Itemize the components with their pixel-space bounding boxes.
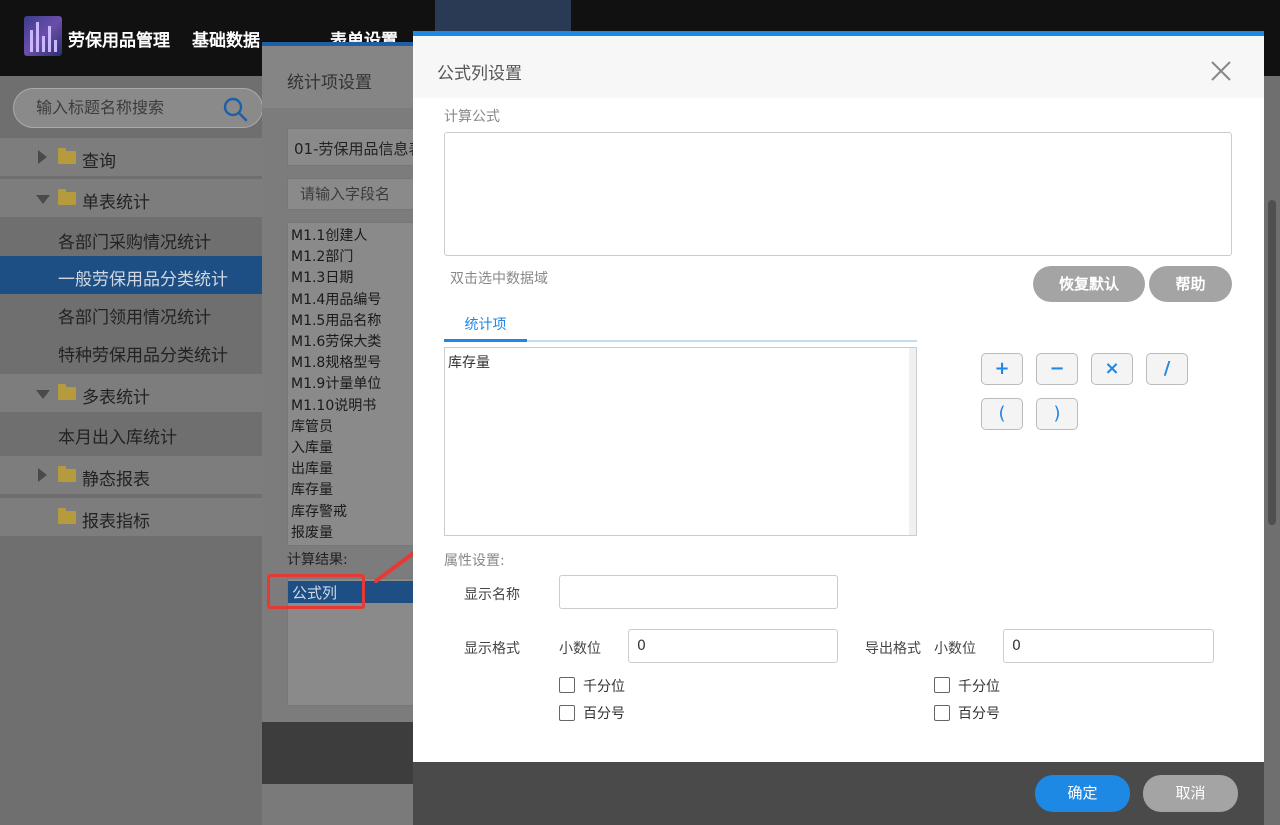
export-decimal-label: 小数位 bbox=[934, 641, 976, 657]
field-item[interactable]: M1.4用品编号 bbox=[291, 290, 410, 311]
minus-operator-button[interactable]: − bbox=[1036, 353, 1078, 385]
display-format-label: 显示格式 bbox=[464, 641, 520, 657]
search-icon[interactable] bbox=[222, 96, 248, 122]
tree-label: 各部门领用情况统计 bbox=[58, 308, 211, 328]
display-percent-checkbox[interactable] bbox=[559, 705, 575, 721]
help-button[interactable]: 帮助 bbox=[1149, 266, 1232, 302]
field-item[interactable]: M1.1创建人 bbox=[291, 226, 410, 247]
field-item[interactable]: 入库量 bbox=[291, 438, 410, 459]
tab-active-indicator bbox=[444, 339, 527, 342]
confirm-button[interactable]: 确定 bbox=[1035, 775, 1130, 812]
props-section-label: 属性设置: bbox=[444, 553, 505, 569]
app-logo bbox=[24, 16, 62, 56]
stat-list-scrollbar[interactable] bbox=[909, 348, 916, 535]
export-percent-checkbox[interactable] bbox=[934, 705, 950, 721]
caret-down-icon bbox=[36, 195, 50, 204]
display-name-label: 显示名称 bbox=[464, 587, 520, 603]
plus-operator-button[interactable]: + bbox=[981, 353, 1023, 385]
export-percent-label: 百分号 bbox=[958, 706, 1000, 722]
field-item[interactable]: 库存量 bbox=[291, 480, 410, 501]
tree-label: 报表指标 bbox=[82, 512, 150, 532]
tree-item[interactable]: 各部门采购情况统计 bbox=[0, 219, 262, 257]
tree-label: 静态报表 bbox=[82, 470, 150, 490]
caret-down-icon bbox=[36, 390, 50, 399]
table-select[interactable]: 01-劳保用品信息表 bbox=[287, 128, 414, 166]
formula-dialog-title: 公式列设置 bbox=[437, 64, 522, 84]
field-item[interactable]: 库存警戒 bbox=[291, 502, 410, 523]
tree-item[interactable]: 本月出入库统计 bbox=[0, 414, 262, 452]
folder-icon bbox=[58, 384, 76, 400]
left-paren-button[interactable]: ( bbox=[981, 398, 1023, 430]
field-item[interactable]: M1.9计量单位 bbox=[291, 374, 410, 395]
field-item[interactable]: 库管员 bbox=[291, 417, 410, 438]
tree-label: 特种劳保用品分类统计 bbox=[58, 346, 228, 366]
sidebar-search-input[interactable] bbox=[34, 97, 218, 118]
tree-folder-query[interactable]: 查询 bbox=[0, 138, 262, 176]
tree-folder-report-indicator[interactable]: 报表指标 bbox=[0, 498, 262, 536]
caret-right-icon bbox=[38, 468, 47, 482]
formula-dialog-header bbox=[413, 36, 1264, 98]
field-item[interactable]: M1.5用品名称 bbox=[291, 311, 410, 332]
tree-item[interactable]: 特种劳保用品分类统计 bbox=[0, 332, 262, 370]
tree-item-selected[interactable]: 一般劳保用品分类统计 bbox=[0, 256, 262, 294]
field-item[interactable]: M1.3日期 bbox=[291, 268, 410, 289]
field-search-input[interactable] bbox=[287, 178, 414, 210]
tab-stat-items[interactable]: 统计项 bbox=[444, 310, 527, 342]
page-scrollbar[interactable] bbox=[1268, 200, 1276, 525]
display-thousand-sep-label: 千分位 bbox=[583, 679, 625, 695]
export-thousand-sep-label: 千分位 bbox=[958, 679, 1000, 695]
divide-operator-button[interactable]: / bbox=[1146, 353, 1188, 385]
field-item[interactable]: 出库量 bbox=[291, 459, 410, 480]
export-format-label: 导出格式 bbox=[865, 641, 921, 657]
display-thousand-sep-checkbox[interactable] bbox=[559, 677, 575, 693]
app-title: 劳保用品管理 bbox=[68, 31, 170, 51]
annotation-highlight-box bbox=[267, 574, 365, 609]
stat-items-list bbox=[444, 347, 917, 536]
restore-default-button[interactable]: 恢复默认 bbox=[1033, 266, 1145, 302]
cancel-button[interactable]: 取消 bbox=[1143, 775, 1238, 812]
formula-textarea[interactable] bbox=[444, 132, 1232, 256]
right-paren-button[interactable]: ) bbox=[1036, 398, 1078, 430]
field-item[interactable]: M1.6劳保大类 bbox=[291, 332, 410, 353]
tree-label: 一般劳保用品分类统计 bbox=[58, 270, 228, 290]
caret-right-icon bbox=[38, 150, 47, 164]
folder-icon bbox=[58, 508, 76, 524]
multiply-operator-button[interactable]: × bbox=[1091, 353, 1133, 385]
field-item[interactable]: M1.10说明书 bbox=[291, 396, 410, 417]
field-item[interactable]: M1.8规格型号 bbox=[291, 353, 410, 374]
display-name-input[interactable] bbox=[559, 575, 838, 609]
formula-label: 计算公式 bbox=[444, 109, 500, 125]
export-thousand-sep-checkbox[interactable] bbox=[934, 677, 950, 693]
decimal-input[interactable] bbox=[628, 629, 838, 663]
display-percent-label: 百分号 bbox=[583, 706, 625, 722]
calc-result-label: 计算结果: bbox=[287, 552, 348, 568]
stat-dialog-title: 统计项设置 bbox=[287, 73, 372, 93]
field-item[interactable]: M1.2部门 bbox=[291, 247, 410, 268]
close-icon[interactable] bbox=[1208, 58, 1234, 84]
export-decimal-input[interactable] bbox=[1003, 629, 1214, 663]
dblclick-hint: 双击选中数据域 bbox=[450, 271, 548, 287]
tree-label: 查询 bbox=[82, 152, 116, 172]
tree-item[interactable]: 各部门领用情况统计 bbox=[0, 294, 262, 332]
tree-folder-multi-table[interactable]: 多表统计 bbox=[0, 374, 262, 412]
tree-label: 各部门采购情况统计 bbox=[58, 233, 211, 253]
tree-folder-static-report[interactable]: 静态报表 bbox=[0, 456, 262, 494]
folder-icon bbox=[58, 148, 76, 164]
tree-folder-single-table[interactable]: 单表统计 bbox=[0, 179, 262, 217]
tree-label: 本月出入库统计 bbox=[58, 428, 177, 448]
decimal-label: 小数位 bbox=[559, 641, 601, 657]
stat-item[interactable]: 库存量 bbox=[448, 352, 490, 372]
stat-dialog-footer bbox=[262, 722, 414, 784]
tree-label: 多表统计 bbox=[82, 388, 150, 408]
folder-icon bbox=[58, 189, 76, 205]
tree-label: 单表统计 bbox=[82, 193, 150, 213]
folder-icon bbox=[58, 466, 76, 482]
field-list: M1.1创建人 M1.2部门 M1.3日期 M1.4用品编号 M1.5用品名称 … bbox=[287, 222, 414, 546]
formula-dialog-footer bbox=[413, 762, 1264, 825]
nav-item-basic-data[interactable]: 基础数据 bbox=[192, 26, 260, 51]
